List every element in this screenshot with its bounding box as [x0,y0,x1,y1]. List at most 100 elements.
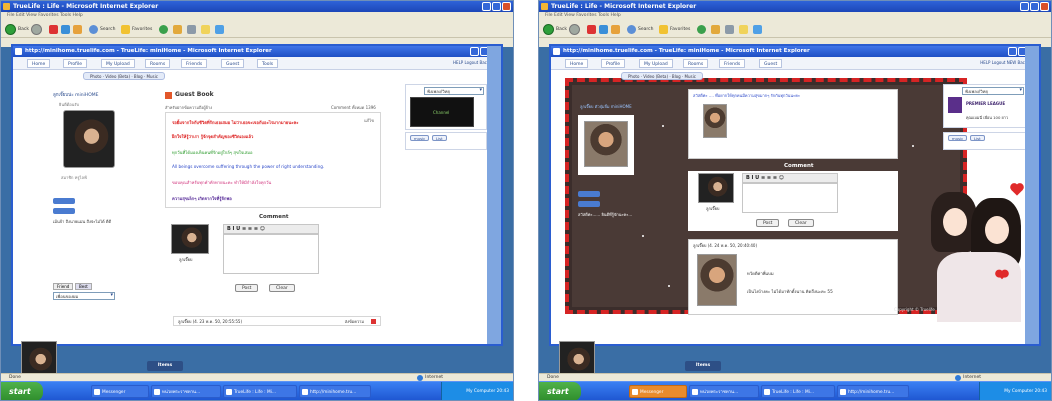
tab-home[interactable]: Home [565,59,589,68]
edit-button[interactable] [739,23,748,35]
tab-friends[interactable]: Friends [719,59,746,68]
minihome-nav: Home Profile My Upload Rooms Friends Gue… [13,57,501,70]
entry-meta-row: ลูกเจี๊ยบ (4. 23 พ.ค. 50, 20:55:55) ส่งข… [173,316,381,326]
delete-icon[interactable] [371,319,376,324]
reply-label[interactable]: แก้ไข [364,117,374,124]
task-messenger[interactable]: Messenger [629,385,687,398]
forward-icon [569,23,580,35]
list-button[interactable]: List [432,135,447,141]
home-button[interactable] [611,23,620,35]
menu-bar[interactable]: File Edit View Favorites Tools Help [1,12,513,20]
messenger-button[interactable] [215,23,224,35]
history-icon [697,24,706,34]
refresh-button[interactable] [61,23,70,35]
print-button[interactable] [725,23,734,35]
close-button[interactable] [1040,2,1049,11]
tab-friends[interactable]: Friends [181,59,208,68]
minihome-window: http://minihome.truelife.com - TrueLife:… [11,44,503,346]
inner-minimize-button[interactable] [470,47,479,56]
refresh-button[interactable] [599,23,608,35]
search-button[interactable]: Search [627,23,653,35]
task-minihome[interactable]: http://minihome.tru... [837,385,909,398]
scroll-gutter[interactable] [487,46,501,344]
tab-home[interactable]: Home [27,59,51,68]
post-button[interactable]: Post [756,219,780,227]
best-tab[interactable]: Best [75,283,92,290]
tab-tools[interactable]: Tools [257,59,279,68]
maximize-button[interactable] [1030,2,1039,11]
scroll-gutter[interactable] [1025,46,1039,344]
maximize-button[interactable] [492,2,501,11]
music-button[interactable]: music [948,135,968,141]
editor-toolbar[interactable]: B I U ≡ ≡ ≡ ☺ [223,224,319,234]
post-button[interactable]: Post [235,284,259,292]
list-button[interactable]: List [970,135,985,141]
task-icon [840,389,846,395]
edit-button[interactable] [201,23,210,35]
tab-my-upload[interactable]: My Upload [639,59,673,68]
back-button[interactable]: Back [543,23,567,35]
tab-profile[interactable]: Profile [601,59,625,68]
items-button[interactable]: Items [147,361,183,371]
tab-guest[interactable]: Guest [221,59,245,68]
menu-bar[interactable]: File Edit View Favorites Tools Help [539,12,1051,20]
tab-guest[interactable]: Guest [759,59,783,68]
task-window[interactable]: หน่วยพระราชทาน... [151,385,221,398]
task-messenger[interactable]: Messenger [91,385,149,398]
inner-minimize-button[interactable] [1008,47,1017,56]
start-button[interactable]: start [539,382,581,400]
mail-button[interactable] [711,23,720,35]
minimize-button[interactable] [482,2,491,11]
stop-button[interactable] [587,23,596,35]
clear-button[interactable]: Clear [788,219,814,227]
history-button[interactable] [697,23,706,35]
task-icon [154,389,160,395]
mail-button[interactable] [173,23,182,35]
close-button[interactable] [502,2,511,11]
home-button[interactable] [73,23,82,35]
messenger-icon [753,24,762,34]
minimize-button[interactable] [1020,2,1029,11]
start-button[interactable]: start [1,382,43,400]
profile-name[interactable]: ลูกเจี๊ยบ ตัวจุ๋มจิ๋ม miniHOME [580,103,632,110]
music-panel: music List [405,132,487,150]
comment-textarea[interactable] [742,183,838,213]
skin-frame: ลูกเจี๊ยบ ตัวจุ๋มจิ๋ม miniHOME สวัสดีค่ะ… [565,78,967,315]
sub-nav[interactable]: Photo · Video (Beta) · Blog · Music [621,72,703,80]
favorites-button[interactable]: Favorites [121,23,152,35]
forward-icon [31,23,42,35]
forward-button[interactable] [569,23,580,35]
task-truelife[interactable]: TrueLife : Life : Mi... [223,385,297,398]
tab-rooms[interactable]: Rooms [683,59,709,68]
profile-name[interactable]: ลูกเจี๊ยบน่ะ miniHOME [53,91,98,98]
tab-rooms[interactable]: Rooms [145,59,171,68]
window-controls [1020,2,1049,11]
radio-dropdown[interactable]: ฟังเพลง/วิทยุ [962,87,1024,95]
friend-tab[interactable]: Friend [53,283,74,290]
task-minihome[interactable]: http://minihome.tru... [299,385,371,398]
entry-action[interactable]: ส่งข้อความ [345,317,364,326]
channel-label: Channel [433,110,450,115]
window-controls [482,2,511,11]
comment-textarea[interactable] [223,234,319,274]
friend-dropdown[interactable]: เพื่อนของผม [53,292,115,300]
messenger-button[interactable] [753,23,762,35]
items-button[interactable]: Items [685,361,721,371]
search-button[interactable]: Search [89,23,115,35]
print-button[interactable] [187,23,196,35]
forward-button[interactable] [31,23,42,35]
editor-toolbar[interactable]: B I U ≡ ≡ ≡ ☺ [742,173,838,183]
music-button[interactable]: music [410,135,430,141]
clear-button[interactable]: Clear [269,284,295,292]
back-button[interactable]: Back [5,23,29,35]
tab-profile[interactable]: Profile [63,59,87,68]
task-window[interactable]: หน่วยพระราชทาน... [689,385,759,398]
task-truelife[interactable]: TrueLife : Life : Mi... [761,385,835,398]
sub-nav[interactable]: Photo · Video (Beta) · Blog · Music [83,72,165,80]
favorites-button[interactable]: Favorites [659,23,690,35]
post-text: สวัสดีค่ะ .... ที่อยากให้ทุกคนมีความสุขม… [693,93,801,98]
stop-button[interactable] [49,23,58,35]
tab-my-upload[interactable]: My Upload [101,59,135,68]
history-button[interactable] [159,23,168,35]
radio-dropdown[interactable]: ฟังเพลง/วิทยุ [424,87,484,95]
